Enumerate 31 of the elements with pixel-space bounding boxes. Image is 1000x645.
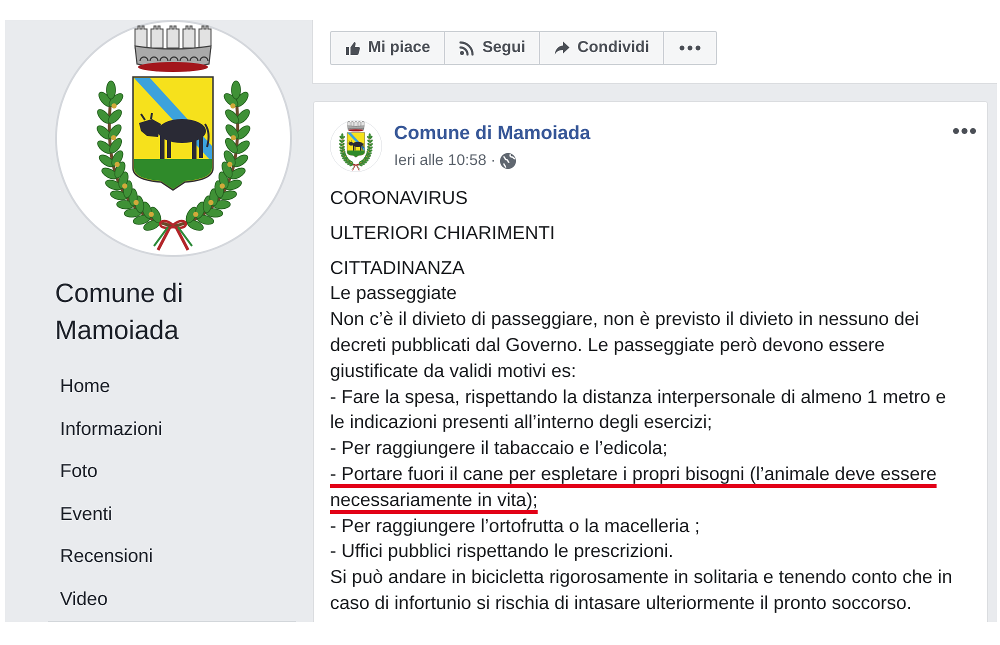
post-timestamp[interactable]: Ieri alle 10:58 · [394,151,496,171]
avatar-picture [330,120,382,172]
post-text: - Uffici pubblici rispettando le prescrizioni. [330,539,674,564]
post-text: Non c’è il divieto di passeggiare, non è previsto il divieto in nessuno dei decreti pubblicati dal Governo. Le passeggiate però devono essere giustificate da validi motivi es: [330,307,920,383]
thumbs-up-icon [345,40,361,56]
post-text: CORONAVIRUS [330,186,469,210]
more-button[interactable] [663,31,718,65]
share-button[interactable]: Condividi [539,31,664,65]
author-name[interactable]: Comune di Mamoiada [394,122,590,146]
nav-link[interactable]: Video [48,578,296,620]
more-options-icon[interactable] [953,128,976,134]
nav-link[interactable]: Home [48,365,296,408]
nav-link[interactable]: Recensioni [48,535,296,578]
post-text: - Per raggiungere il tabaccaio e l’edicola; [330,436,669,460]
post-text: Si può andare in bicicletta rigorosamente in solitaria e tenendo conto che in caso di infortunio si rischia di intasare ulteriormente il pronto soccorso. [330,565,954,615]
post-text: Le passeggiate [330,281,458,306]
post-text: - Portare fuori il cane per espletare i propri bisogni (l’animale deve essere necessariamente in vita); [330,462,938,512]
ellipsis-icon [679,45,702,51]
nav-link[interactable]: Foto [48,450,296,492]
post-text: - Per raggiungere l’ortofrutta o la macelleria ; [330,514,701,538]
post-text: - Fare la spesa, rispettando la distanza interpersonale di almeno 1 metro e le indicazioni presenti all’interno degli esercizi; [330,384,947,434]
share-arrow-icon [554,40,570,56]
nav-link[interactable]: Informazioni [48,408,296,450]
globe-icon [500,153,516,169]
like-button[interactable]: Mi piace [330,31,446,65]
post-text: ULTERIORI CHIARIMENTI [330,220,556,245]
page-name: Comune di Mamoiada [55,277,184,347]
rss-icon [459,40,476,56]
post-text: CITTADINANZA [330,256,466,280]
follow-button[interactable]: Segui [444,31,540,65]
nav-link[interactable]: Eventi [48,492,296,535]
